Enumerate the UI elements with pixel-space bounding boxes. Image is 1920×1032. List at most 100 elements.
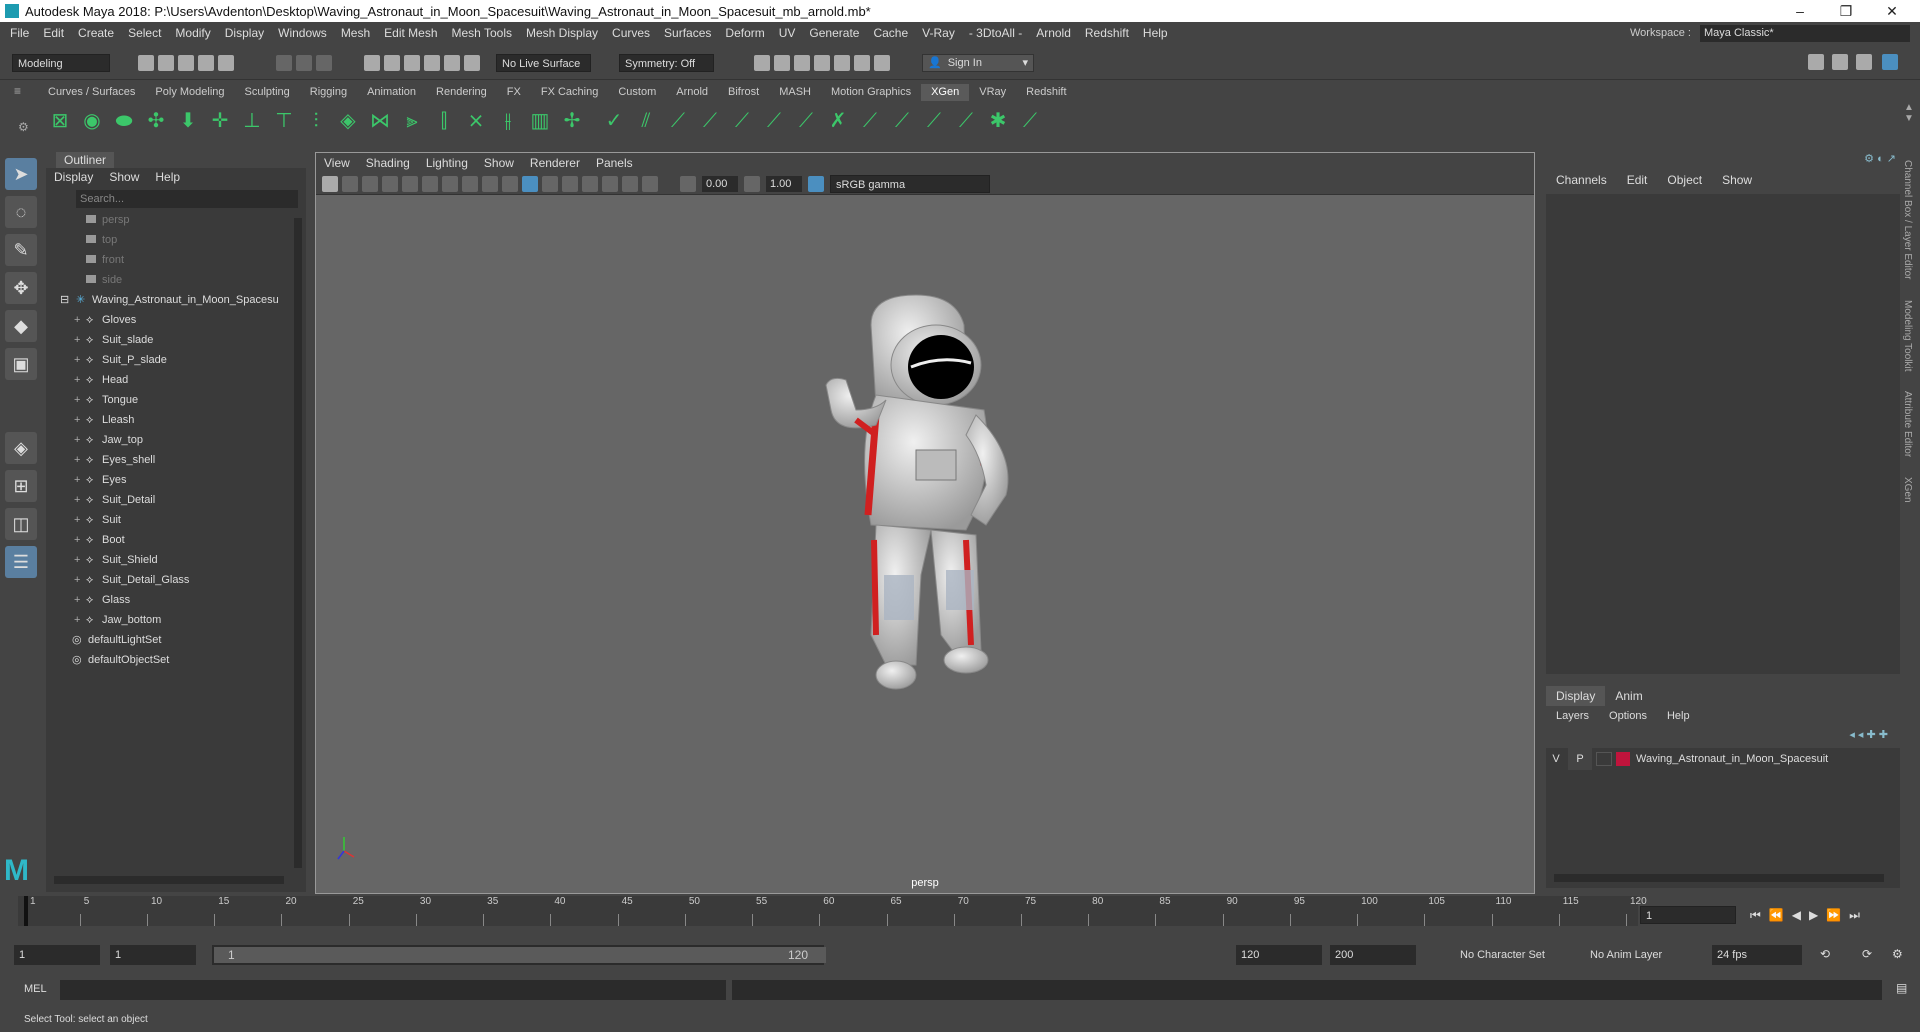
outliner-mesh-jaw-bottom[interactable]: + ⟡ Jaw_bottom (46, 610, 292, 630)
symmetry-dropdown[interactable]: Symmetry: Off (619, 53, 714, 72)
menu-cache[interactable]: Cache (866, 22, 915, 44)
menu-surfaces[interactable]: Surfaces (657, 22, 718, 44)
character-set-dropdown[interactable]: No Character Set (1460, 949, 1545, 961)
xgen-shelf-tool-31-icon[interactable]: ⟋ (1018, 109, 1042, 133)
channelbox-menu-channels[interactable]: Channels (1546, 168, 1617, 192)
outliner-mesh-suit-detail[interactable]: + ⟡ Suit_Detail (46, 490, 292, 510)
redo-icon[interactable] (218, 54, 234, 71)
xgen-shelf-tool-5-icon[interactable]: ⬇ (176, 109, 200, 133)
outliner-camera-side[interactable]: side (46, 270, 292, 290)
select-component-icon[interactable] (316, 54, 332, 71)
snap-view-icon[interactable] (424, 54, 440, 71)
shelf-tab-xgen[interactable]: XGen (921, 84, 970, 101)
layer-menu-options[interactable]: Options (1599, 706, 1657, 726)
xgen-shelf-tool-25-icon[interactable]: ✗ (826, 109, 850, 133)
outliner-menu-help[interactable]: Help (147, 168, 188, 186)
four-view-icon[interactable]: ⊞ (5, 470, 37, 502)
shelf-tab-motion-graphics[interactable]: Motion Graphics (821, 84, 921, 101)
menu-mesh-display[interactable]: Mesh Display (519, 22, 605, 44)
channelbox-menu-object[interactable]: Object (1657, 168, 1712, 192)
safe-action-icon[interactable] (482, 175, 498, 192)
move-tool-icon[interactable]: ✥ (5, 272, 37, 304)
isolate-select-icon[interactable] (642, 175, 658, 192)
xgen-shelf-tool-4-icon[interactable]: ✣ (144, 109, 168, 133)
snap-grid-icon[interactable] (364, 54, 380, 71)
exposure-icon[interactable] (680, 175, 696, 192)
select-hierarchy-icon[interactable] (276, 54, 292, 71)
undo-icon[interactable] (198, 54, 214, 71)
viewport-menu-shading[interactable]: Shading (358, 153, 418, 173)
layer-menu-help[interactable]: Help (1657, 706, 1700, 726)
resolution-gate-icon[interactable] (442, 175, 458, 192)
xgen-shelf-tool-26-icon[interactable]: ⟋ (858, 109, 882, 133)
xgen-shelf-tool-15-icon[interactable]: ⫲ (496, 109, 520, 133)
range-bar[interactable]: 1 120 (212, 945, 826, 965)
outliner-camera-top[interactable]: top (46, 230, 292, 250)
expand-icon[interactable]: + (74, 390, 80, 410)
single-view-icon[interactable]: ◈ (5, 432, 37, 464)
outliner-mesh-tongue[interactable]: + ⟡ Tongue (46, 390, 292, 410)
channel-box-icon[interactable] (1882, 54, 1898, 70)
render-view-icon[interactable] (834, 54, 850, 71)
xgen-shelf-tool-18-icon[interactable]: ✓ (602, 109, 626, 133)
playhead[interactable] (24, 896, 28, 926)
menu-mesh-tools[interactable]: Mesh Tools (445, 22, 519, 44)
arnold-render-icon[interactable] (854, 54, 870, 71)
snap-pivot-icon[interactable] (464, 54, 480, 71)
outliner-set-defaultObjectSet[interactable]: ◎ defaultObjectSet (46, 650, 292, 670)
xgen-shelf-tool-10-icon[interactable]: ◈ (336, 109, 360, 133)
save-scene-icon[interactable] (178, 54, 194, 71)
menu-uv[interactable]: UV (772, 22, 803, 44)
xgen-shelf-tool-20-icon[interactable]: ⟋ (666, 109, 690, 133)
shelf-scroll-icon[interactable]: ▲ ▼ (1904, 102, 1914, 124)
layer-reference-toggle[interactable] (1596, 752, 1612, 766)
channelbox-menu-edit[interactable]: Edit (1617, 168, 1658, 192)
xgen-shelf-tool-1-icon[interactable]: ⊠ (48, 109, 72, 133)
3d-viewport[interactable]: persp (316, 195, 1534, 893)
shelf-tab-arnold[interactable]: Arnold (666, 84, 718, 101)
shelf-tab-curves-surfaces[interactable]: Curves / Surfaces (38, 84, 145, 101)
select-tool-icon[interactable]: ➤ (5, 158, 37, 190)
menu-edit-mesh[interactable]: Edit Mesh (377, 22, 444, 44)
playback-start-field[interactable]: 1 (110, 945, 196, 965)
render-settings-icon[interactable] (794, 54, 810, 71)
menu-mesh[interactable]: Mesh (334, 22, 377, 44)
shelf-tab-vray[interactable]: VRay (969, 84, 1016, 101)
scale-tool-icon[interactable]: ▣ (5, 348, 37, 380)
menu-file[interactable]: File (3, 22, 36, 44)
outliner-mesh-suit-p-slade[interactable]: + ⟡ Suit_P_slade (46, 350, 292, 370)
snap-surface-icon[interactable] (444, 54, 460, 71)
menu-windows[interactable]: Windows (271, 22, 334, 44)
expand-icon[interactable]: + (74, 370, 80, 390)
xgen-shelf-tool-12-icon[interactable]: ⫸ (400, 109, 424, 133)
start-frame-field[interactable]: 1 (14, 945, 100, 965)
menu-v-ray[interactable]: V-Ray (915, 22, 962, 44)
outliner-group-item[interactable]: ⊟ ✳ Waving_Astronaut_in_Moon_Spacesu (46, 290, 292, 310)
expand-icon[interactable]: + (74, 470, 80, 490)
textured-icon[interactable] (542, 175, 558, 192)
gate-mask-icon[interactable] (462, 175, 478, 192)
expand-icon[interactable]: + (74, 310, 80, 330)
menu-redshift[interactable]: Redshift (1078, 22, 1136, 44)
time-slider[interactable]: 1 5 10 15 20 25 30 35 40 45 50 55 60 65 70 75 80 85 90 95 10… (18, 896, 1647, 926)
loop-icon[interactable]: ⟲ (1820, 947, 1830, 961)
rotate-tool-icon[interactable]: ◆ (5, 310, 37, 342)
script-editor-icon[interactable]: ▤ (1896, 981, 1907, 995)
render-current-icon[interactable] (754, 54, 770, 71)
modeling-toolkit-icon[interactable] (1808, 54, 1824, 70)
shelf-tab-animation[interactable]: Animation (357, 84, 426, 101)
outliner-menu-show[interactable]: Show (101, 168, 147, 186)
layer-tab-anim[interactable]: Anim (1605, 686, 1652, 706)
menu-help[interactable]: Help (1136, 22, 1175, 44)
open-scene-icon[interactable] (158, 54, 174, 71)
sign-in-button[interactable]: 👤 Sign In ▾ (922, 53, 1034, 72)
gamma-field[interactable]: 1.00 (766, 175, 802, 192)
camera-select-icon[interactable] (322, 175, 338, 192)
expand-icon[interactable]: + (74, 570, 80, 590)
outliner-layout-icon[interactable]: ☰ (5, 546, 37, 578)
outliner-mesh-glass[interactable]: + ⟡ Glass (46, 590, 292, 610)
shelf-tab-redshift[interactable]: Redshift (1016, 84, 1076, 101)
xgen-shelf-tool-3-icon[interactable]: ⬬ (112, 109, 136, 133)
viewport-menu-view[interactable]: View (316, 153, 358, 173)
expand-icon[interactable]: + (74, 430, 80, 450)
